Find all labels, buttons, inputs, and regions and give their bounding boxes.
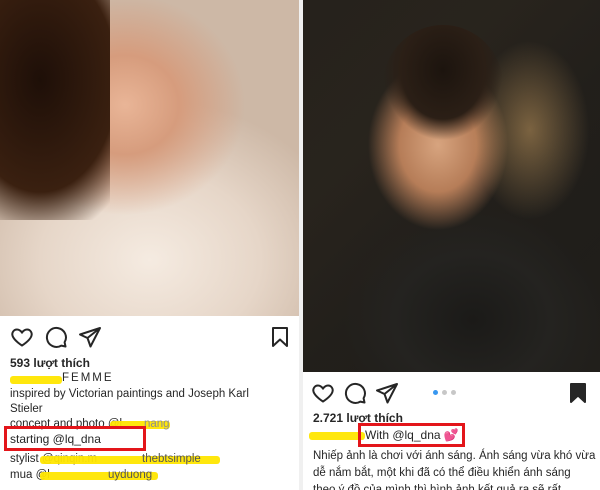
post-actions-right: [303, 377, 600, 409]
post-actions-left: [0, 321, 299, 353]
carousel-dot[interactable]: [442, 390, 447, 395]
red-annotation-box: [4, 426, 146, 451]
comment-icon[interactable]: [343, 381, 367, 405]
carousel-indicator: [433, 390, 456, 395]
yellow-highlight: [309, 432, 365, 440]
bookmark-icon[interactable]: [268, 325, 292, 349]
caption-title: FEMME: [62, 372, 114, 384]
comment-icon[interactable]: [44, 325, 68, 349]
carousel-dot[interactable]: [451, 390, 456, 395]
left-post: 593 lượt thích FEMME inspired by Victori…: [0, 0, 299, 490]
caption-credit-tail: nang: [144, 418, 170, 430]
share-icon[interactable]: [375, 381, 399, 405]
red-annotation-box: [358, 423, 465, 447]
share-icon[interactable]: [78, 325, 102, 349]
photo-detail-hair: [383, 25, 503, 145]
caption-credit-tail: thebtsimple: [142, 453, 201, 465]
post-photo-left[interactable]: [0, 0, 299, 316]
carousel-dot-active[interactable]: [433, 390, 438, 395]
photo-detail-hair: [0, 0, 110, 220]
caption-line: Stieler: [10, 403, 43, 415]
caption-credit-tail: uyduong: [108, 469, 153, 481]
caption-line: inspired by Victorian paintings and Jose…: [10, 388, 249, 400]
heart-icon[interactable]: [10, 325, 34, 349]
caption-text: Nhiếp ảnh là chơi với ánh sáng. Ánh sáng…: [313, 450, 596, 490]
heart-icon[interactable]: [311, 381, 335, 405]
right-post: 2.721 lượt thích With @lq_dna 💕 Nhiếp ản…: [303, 0, 600, 490]
like-count[interactable]: 593 lượt thích: [10, 356, 90, 370]
bookmark-icon[interactable]: [566, 381, 590, 405]
post-photo-right[interactable]: [303, 0, 600, 372]
yellow-highlight: [10, 376, 62, 384]
